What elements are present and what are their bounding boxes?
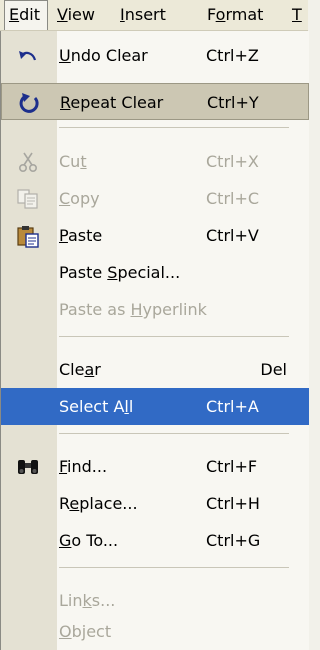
menu-view[interactable]: View — [57, 0, 95, 30]
shortcut-select-all: Ctrl+A — [206, 397, 259, 416]
menu-format[interactable]: Format — [207, 0, 263, 30]
menu-item-paste-as-hyperlink[interactable]: Paste as Hyperlink — [1, 291, 309, 328]
repeat-icon — [16, 90, 42, 116]
menu-tools[interactable]: T — [292, 0, 302, 30]
menu-item-clear[interactable]: Clear Del — [1, 351, 309, 388]
binoculars-icon — [15, 454, 41, 480]
separator — [59, 433, 289, 434]
separator — [59, 336, 289, 337]
menu-item-object[interactable]: Object — [1, 613, 309, 650]
shortcut-repeat: Ctrl+Y — [207, 93, 259, 112]
shortcut-find: Ctrl+F — [206, 457, 258, 476]
menu-insert[interactable]: Insert — [120, 0, 166, 30]
separator — [59, 127, 289, 128]
edit-menu-dropdown: Undo Clear Ctrl+Z Repeat Clear Ctrl+Y Cu… — [0, 31, 309, 650]
clipboard-paste-icon — [15, 223, 41, 249]
menu-item-undo[interactable]: Undo Clear Ctrl+Z — [1, 37, 309, 74]
shortcut-cut: Ctrl+X — [206, 152, 259, 171]
menu-item-paste[interactable]: Paste Ctrl+V — [1, 217, 309, 254]
menu-item-replace[interactable]: Replace... Ctrl+H — [1, 485, 309, 522]
shortcut-paste: Ctrl+V — [206, 226, 259, 245]
menu-item-repeat[interactable]: Repeat Clear Ctrl+Y — [1, 83, 309, 120]
menu-item-copy[interactable]: Copy Ctrl+C — [1, 180, 309, 217]
shortcut-clear: Del — [260, 360, 287, 379]
separator — [59, 567, 289, 568]
shortcut-undo: Ctrl+Z — [206, 46, 259, 65]
undo-icon — [15, 43, 41, 69]
menu-bar: Edit View Insert Format T — [0, 0, 308, 31]
scissors-icon — [15, 149, 41, 175]
menu-item-cut[interactable]: Cut Ctrl+X — [1, 143, 309, 180]
shortcut-go-to: Ctrl+G — [206, 531, 261, 550]
menu-edit[interactable]: Edit — [4, 0, 48, 30]
menu-item-paste-special[interactable]: Paste Special... — [1, 254, 309, 291]
menu-item-go-to[interactable]: Go To... Ctrl+G — [1, 522, 309, 559]
menu-item-select-all[interactable]: Select All Ctrl+A — [1, 388, 309, 425]
copy-icon — [15, 186, 41, 212]
shortcut-copy: Ctrl+C — [206, 189, 260, 208]
menu-item-find[interactable]: Find... Ctrl+F — [1, 448, 309, 485]
shortcut-replace: Ctrl+H — [206, 494, 260, 513]
